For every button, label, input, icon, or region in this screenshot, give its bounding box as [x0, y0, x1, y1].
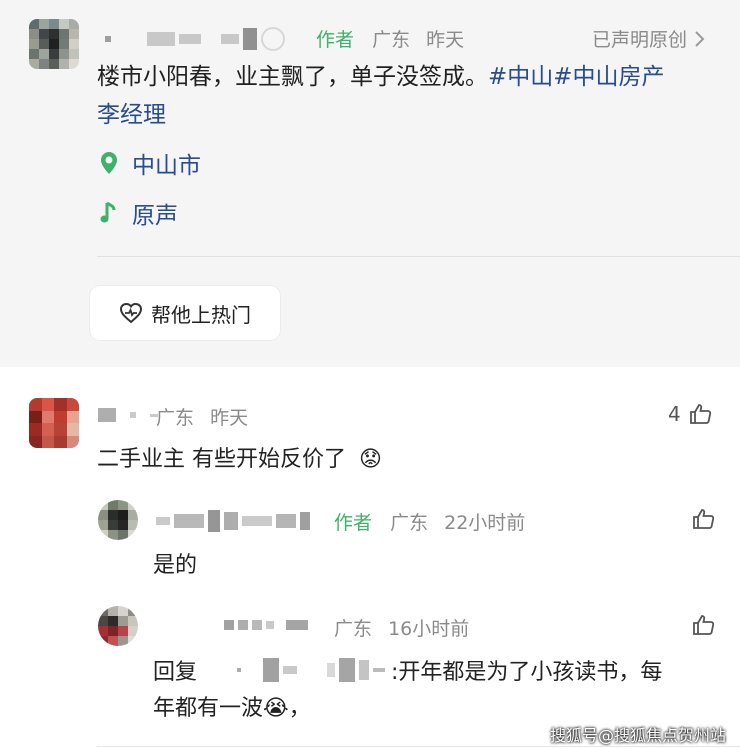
source-watermark: 搜狐号@搜狐焦点贺州站: [549, 726, 726, 745]
reply-prefix: 回复: [153, 660, 198, 685]
post-location: 广东: [372, 29, 411, 51]
reply2-text-line1: :开年都是为了小孩读书，每: [391, 660, 663, 685]
worried-face-emoji: 😟: [359, 447, 382, 472]
thumbs-up-icon: [693, 509, 715, 529]
post-card: 作者 广东 昨天 已声明原创 楼市小阳春，业主飘了，单子没签成。#中山#中山房产…: [0, 0, 740, 367]
comment-location: 广东: [156, 407, 195, 429]
boost-hot-label: 帮他上热门: [151, 302, 251, 327]
reply2-author-avatar[interactable]: [98, 606, 138, 646]
post-content: 楼市小阳春，业主飘了，单子没签成。#中山#中山房产 李经理: [97, 58, 722, 134]
reply2-text-line2-end: ，: [288, 696, 311, 721]
reply-author-avatar[interactable]: [98, 500, 138, 540]
post-author-name-blurred[interactable]: [105, 27, 285, 51]
reply-like-button[interactable]: [692, 507, 716, 531]
commenter-name-blurred[interactable]: [98, 408, 158, 422]
sound-row[interactable]: 原声: [100, 196, 178, 230]
thumbs-up-icon: [693, 615, 715, 635]
comment-like-button[interactable]: 4: [668, 402, 713, 426]
reply2-author-name-blurred[interactable]: [224, 620, 308, 630]
comment-time: 昨天: [210, 407, 249, 429]
thumbs-up-icon: [689, 404, 711, 424]
comment-text: 二手业主 有些开始反价了 😟: [97, 441, 382, 473]
location-label: 中山市: [132, 153, 201, 179]
sound-label: 原声: [132, 203, 178, 229]
mentioned-user-blurred[interactable]: [237, 658, 386, 682]
reply2-text-line2: 年都有一波: [153, 696, 264, 721]
post-author-avatar[interactable]: [29, 19, 79, 69]
hashtag-zhongshan[interactable]: #中山: [488, 64, 553, 90]
comment-meta: 广东 昨天: [156, 403, 248, 430]
hashtag-zhongshan-property[interactable]: #中山房产: [553, 64, 664, 90]
reply-meta: 作者 广东 22小时前: [334, 508, 525, 535]
post-text: 楼市小阳春，业主飘了，单子没签成。: [97, 64, 488, 90]
original-declared-link[interactable]: 已声明原创: [592, 25, 705, 52]
reply2-time: 16小时前: [388, 618, 470, 640]
location-row[interactable]: 中山市: [100, 146, 201, 180]
post-divider: [97, 256, 740, 257]
post-time: 昨天: [426, 29, 465, 51]
reply2-location: 广东: [334, 618, 373, 640]
music-note-icon: [100, 201, 116, 223]
boost-hot-button[interactable]: 帮他上热门: [90, 286, 280, 340]
reply2-meta: 广东 16小时前: [334, 614, 469, 641]
reply2-line1: 回复 :开年都是为了小孩读书，每: [153, 654, 662, 686]
reply-time: 22小时前: [444, 512, 526, 534]
reply-author-name-blurred[interactable]: [156, 510, 310, 532]
heart-pulse-icon: [119, 302, 143, 324]
bottom-divider: [97, 746, 740, 747]
location-pin-icon: [101, 152, 117, 174]
reply-text: 是的: [153, 553, 198, 578]
reply-author-badge: 作者: [334, 512, 373, 534]
author-badge: 作者: [316, 29, 355, 51]
original-declared-label: 已声明原创: [592, 29, 688, 51]
reply2-line2: 年都有一波😭，: [153, 690, 311, 722]
commenter-avatar[interactable]: [29, 398, 79, 448]
hashtag-manager-li[interactable]: 李经理: [97, 102, 166, 128]
post-meta: 作者 广东 昨天: [316, 25, 464, 52]
comment-body: 二手业主 有些开始反价了: [97, 447, 346, 472]
reply2-like-button[interactable]: [692, 613, 716, 637]
comment-like-count: 4: [668, 402, 681, 426]
chevron-right-icon: [695, 30, 705, 47]
reply-location: 广东: [390, 512, 429, 534]
crying-face-emoji: 😭: [263, 696, 289, 721]
